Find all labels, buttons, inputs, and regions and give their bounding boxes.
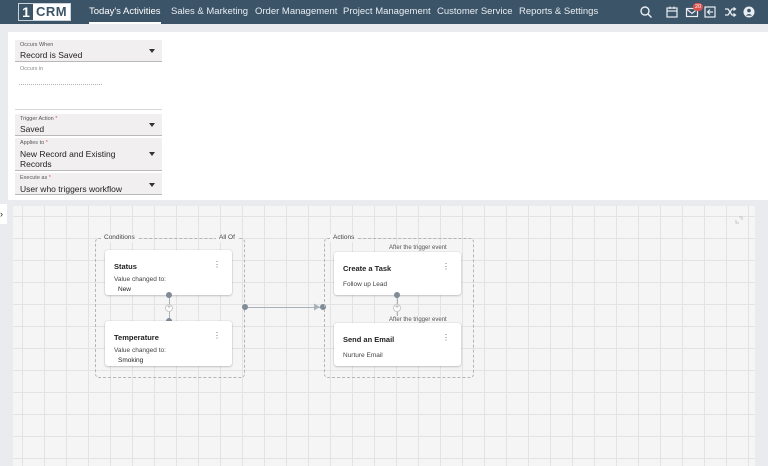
- occurs-when-label: Occurs When: [20, 42, 54, 48]
- flow-connector: [245, 307, 323, 308]
- more-options-icon[interactable]: ⋮: [213, 261, 221, 269]
- mail-badge: 20: [693, 3, 704, 11]
- nav-order-management[interactable]: Order Management: [255, 0, 337, 24]
- shuffle-icon[interactable]: [723, 5, 737, 19]
- nav-sales-marketing[interactable]: Sales & Marketing: [171, 0, 248, 24]
- chevron-down-icon: [149, 183, 155, 187]
- occurs-when-field[interactable]: Occurs When Record is Saved: [15, 40, 162, 62]
- chevron-right-icon: ›: [0, 209, 3, 219]
- condition-title: Status: [114, 262, 137, 271]
- search-icon[interactable]: [639, 5, 653, 19]
- applies-to-label: Applies to *: [20, 140, 48, 146]
- nav-todays-activities[interactable]: Today's Activities: [89, 0, 161, 24]
- connector-dot: [394, 292, 400, 298]
- action-card-create-task[interactable]: Create a Task Follow up Lead ⋮: [334, 252, 461, 295]
- conditions-label: Conditions: [101, 234, 138, 242]
- connector-dot: [166, 292, 172, 298]
- occurs-in-label: Occurs in: [20, 66, 44, 72]
- condition-card-temperature[interactable]: Temperature Value changed to: Smoking ⋮: [105, 321, 232, 366]
- execute-as-field[interactable]: Execute as * User who triggers workflow: [15, 173, 162, 195]
- chevron-down-icon: [149, 123, 155, 127]
- login-icon[interactable]: [703, 5, 717, 19]
- workflow-settings-panel: Occurs When Record is Saved Occurs in Tr…: [8, 32, 768, 200]
- more-options-icon[interactable]: ⋮: [213, 332, 221, 340]
- trigger-action-value: Saved: [20, 124, 45, 134]
- actions-label: Actions: [330, 234, 358, 242]
- top-navigation-bar: 1 CRM Today's Activities Sales & Marketi…: [0, 0, 768, 24]
- applies-to-field[interactable]: Applies to * New Record and Existing Rec…: [15, 138, 162, 171]
- field-divider: [15, 109, 162, 110]
- trigger-action-field[interactable]: Trigger Action * Saved: [15, 114, 162, 136]
- action-title: Send an Email: [343, 335, 395, 344]
- conditions-mode[interactable]: All Of: [216, 234, 238, 242]
- condition-value: New: [118, 286, 132, 293]
- nav-customer-service[interactable]: Customer Service: [437, 0, 513, 24]
- action-card-send-email[interactable]: Send an Email Nurture Email ⋮: [334, 323, 461, 366]
- chevron-down-icon: [149, 49, 155, 53]
- sidebar-toggle[interactable]: ›: [0, 204, 7, 224]
- more-options-icon[interactable]: ⋮: [442, 334, 450, 342]
- condition-card-status[interactable]: Status Value changed to: New ⋮: [105, 250, 232, 295]
- app-logo[interactable]: 1 CRM: [18, 3, 72, 21]
- nav-reports-settings[interactable]: Reports & Settings: [519, 0, 598, 24]
- condition-subtitle: Value changed to:: [114, 347, 166, 354]
- occurs-when-value: Record is Saved: [20, 50, 83, 60]
- logo-number: 1: [19, 4, 33, 20]
- condition-subtitle: Value changed to:: [114, 276, 166, 283]
- action-title: Create a Task: [343, 264, 392, 273]
- execute-as-label: Execute as *: [20, 175, 51, 181]
- condition-title: Temperature: [114, 333, 159, 342]
- occurs-in-field[interactable]: [19, 84, 102, 85]
- trigger-action-label: Trigger Action *: [20, 116, 58, 122]
- applies-to-value-line1: New Record and Existing: [20, 149, 116, 159]
- action-detail: Nurture Email: [343, 352, 383, 359]
- nav-project-management[interactable]: Project Management: [343, 0, 431, 24]
- logo-text: CRM: [36, 4, 68, 19]
- add-action-button[interactable]: +: [393, 304, 401, 312]
- action-detail: Follow up Lead: [343, 281, 388, 288]
- condition-value: Smoking: [118, 357, 144, 364]
- applies-to-value-line2: Records: [20, 159, 52, 169]
- more-options-icon[interactable]: ⋮: [442, 263, 450, 271]
- connector-dot: [242, 304, 248, 310]
- execute-as-value: User who triggers workflow: [20, 184, 123, 194]
- expand-icon[interactable]: [735, 216, 743, 224]
- trigger-tag: After the trigger event: [386, 244, 450, 252]
- chevron-down-icon: [149, 152, 155, 156]
- calendar-icon[interactable]: [665, 5, 679, 19]
- user-icon[interactable]: [742, 5, 756, 19]
- add-condition-button[interactable]: +: [165, 304, 173, 312]
